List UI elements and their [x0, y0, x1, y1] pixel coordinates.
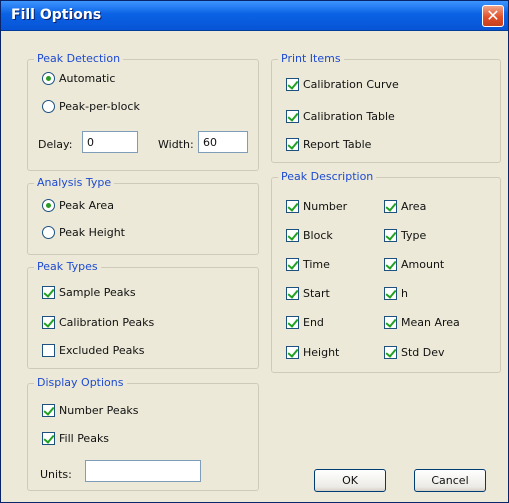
block-label: Block — [303, 229, 333, 242]
peak-height-label: Peak Height — [59, 226, 125, 239]
excluded-peaks-label: Excluded Peaks — [59, 344, 145, 357]
peak-detection-label: Peak Detection — [34, 52, 124, 65]
peak-area-radio[interactable] — [42, 199, 55, 212]
type-checkbox[interactable] — [384, 229, 397, 242]
width-label: Width: — [158, 138, 194, 151]
report-table-label: Report Table — [303, 138, 372, 151]
peak-height-radio[interactable] — [42, 226, 55, 239]
report-table-row[interactable]: Report Table — [286, 138, 371, 151]
n-label: h — [401, 287, 408, 300]
mean-area-checkbox[interactable] — [384, 316, 397, 329]
number-peaks-label: Number Peaks — [59, 404, 139, 417]
fill-peaks-row[interactable]: Fill Peaks — [42, 432, 109, 445]
print-items-group: Print Items Calibration Curve Calibratio… — [271, 52, 501, 163]
height-row[interactable]: Height — [286, 346, 339, 359]
area-label: Area — [401, 200, 427, 213]
peak-area-label: Peak Area — [59, 199, 114, 212]
amount-checkbox[interactable] — [384, 258, 397, 271]
std-dev-row[interactable]: Std Dev — [384, 346, 445, 359]
analysis-type-label: Analysis Type — [34, 176, 115, 189]
peak-description-label: Peak Description — [278, 170, 377, 183]
calibration-curve-checkbox[interactable] — [286, 78, 299, 91]
peak-per-block-label: Peak-per-block — [59, 100, 140, 113]
time-label: Time — [303, 258, 330, 271]
fill-peaks-label: Fill Peaks — [59, 432, 110, 445]
analysis-type-group: Analysis Type Peak Area Peak Height — [27, 176, 259, 255]
report-table-checkbox[interactable] — [286, 138, 299, 151]
delay-input[interactable] — [82, 131, 138, 153]
fill-peaks-checkbox[interactable] — [42, 432, 55, 445]
n-row[interactable]: h — [384, 287, 408, 300]
amount-label: Amount — [401, 258, 445, 271]
height-checkbox[interactable] — [286, 346, 299, 359]
block-row[interactable]: Block — [286, 229, 333, 242]
ok-button[interactable]: OK — [314, 469, 386, 492]
peak-types-label: Peak Types — [34, 260, 101, 273]
number-row[interactable]: Number — [286, 200, 347, 213]
fill-options-dialog: Fill Options ✕ Peak Detection Automatic … — [0, 0, 509, 503]
peak-per-block-radio[interactable] — [42, 100, 55, 113]
close-icon: ✕ — [486, 6, 500, 25]
end-row[interactable]: End — [286, 316, 324, 329]
delay-label: Delay: — [38, 138, 73, 151]
close-button[interactable]: ✕ — [482, 5, 504, 27]
peak-detection-group: Peak Detection Automatic Peak-per-block … — [27, 52, 259, 171]
calibration-peaks-checkbox[interactable] — [42, 316, 55, 329]
units-input[interactable] — [85, 460, 201, 482]
dialog-title: Fill Options — [11, 7, 102, 23]
peak-types-group: Peak Types Sample Peaks Calibration Peak… — [27, 260, 259, 369]
std-dev-checkbox[interactable] — [384, 346, 397, 359]
mean-area-label: Mean Area — [401, 316, 460, 329]
start-row[interactable]: Start — [286, 287, 330, 300]
sample-peaks-label: Sample Peaks — [59, 286, 136, 299]
number-label: Number — [303, 200, 348, 213]
print-items-label: Print Items — [278, 52, 344, 65]
title-bar: Fill Options ✕ — [1, 1, 508, 31]
automatic-label: Automatic — [59, 72, 116, 85]
automatic-radio[interactable] — [42, 72, 55, 85]
number-peaks-checkbox[interactable] — [42, 404, 55, 417]
n-checkbox[interactable] — [384, 287, 397, 300]
calibration-table-checkbox[interactable] — [286, 110, 299, 123]
calibration-curve-row[interactable]: Calibration Curve — [286, 78, 399, 91]
area-checkbox[interactable] — [384, 200, 397, 213]
excluded-peaks-checkbox[interactable] — [42, 344, 55, 357]
std-dev-label: Std Dev — [401, 346, 445, 359]
peak-height-radio-row[interactable]: Peak Height — [42, 226, 125, 239]
area-row[interactable]: Area — [384, 200, 426, 213]
sample-peaks-row[interactable]: Sample Peaks — [42, 286, 136, 299]
calibration-peaks-row[interactable]: Calibration Peaks — [42, 316, 154, 329]
cancel-button[interactable]: Cancel — [414, 469, 486, 492]
automatic-radio-row[interactable]: Automatic — [42, 72, 115, 85]
end-checkbox[interactable] — [286, 316, 299, 329]
height-label: Height — [303, 346, 340, 359]
peak-description-group: Peak Description Number Block Time Start… — [271, 170, 501, 373]
display-options-group: Display Options Number Peaks Fill Peaks … — [27, 376, 259, 491]
time-row[interactable]: Time — [286, 258, 330, 271]
mean-area-row[interactable]: Mean Area — [384, 316, 460, 329]
units-label: Units: — [40, 468, 72, 481]
type-label: Type — [401, 229, 427, 242]
width-input[interactable] — [198, 131, 248, 153]
calibration-peaks-label: Calibration Peaks — [59, 316, 155, 329]
number-peaks-row[interactable]: Number Peaks — [42, 404, 139, 417]
type-row[interactable]: Type — [384, 229, 426, 242]
time-checkbox[interactable] — [286, 258, 299, 271]
calibration-table-row[interactable]: Calibration Table — [286, 110, 395, 123]
calibration-curve-label: Calibration Curve — [303, 78, 399, 91]
start-checkbox[interactable] — [286, 287, 299, 300]
block-checkbox[interactable] — [286, 229, 299, 242]
display-options-label: Display Options — [34, 376, 127, 389]
number-checkbox[interactable] — [286, 200, 299, 213]
calibration-table-label: Calibration Table — [303, 110, 395, 123]
amount-row[interactable]: Amount — [384, 258, 444, 271]
excluded-peaks-row[interactable]: Excluded Peaks — [42, 344, 144, 357]
end-label: End — [303, 316, 324, 329]
peak-area-radio-row[interactable]: Peak Area — [42, 199, 114, 212]
start-label: Start — [303, 287, 330, 300]
sample-peaks-checkbox[interactable] — [42, 286, 55, 299]
peak-per-block-radio-row[interactable]: Peak-per-block — [42, 100, 140, 113]
